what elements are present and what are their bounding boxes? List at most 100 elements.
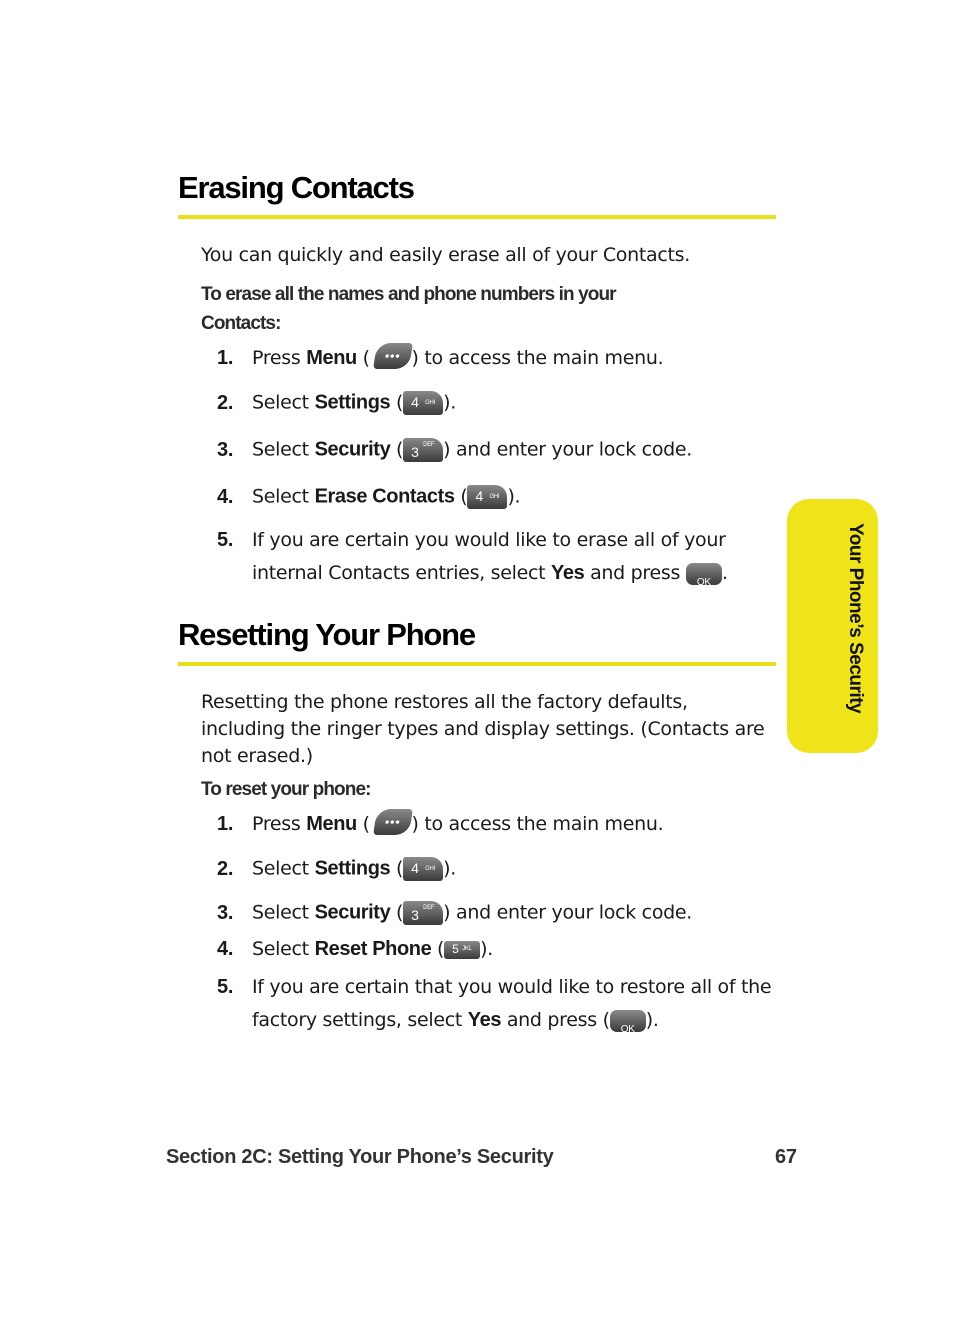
step-bold: Menu	[306, 813, 357, 835]
heading-rule	[178, 215, 776, 219]
step-number: 1.	[217, 347, 234, 369]
key-letters: DEF	[423, 905, 435, 911]
step-text: Select	[252, 901, 315, 924]
step-text: ) and enter your lock code.	[443, 438, 693, 461]
key-4-icon: 4 GHI	[403, 391, 444, 415]
subheading-line: Contacts:	[201, 313, 281, 334]
key-letters: GHI	[425, 400, 435, 406]
step-text: Press	[252, 813, 307, 835]
step-text: ) and enter your lock code.	[443, 901, 693, 924]
key-digit: 4	[411, 394, 419, 410]
key-letters: JKL	[462, 945, 472, 952]
step-text: internal Contacts entries, select	[252, 562, 552, 584]
menu-key-icon: •••	[373, 808, 414, 835]
key-4-icon: 4 GHI	[467, 485, 508, 509]
key-digit: 5	[452, 941, 459, 956]
intro-text: You can quickly and easily erase all of …	[201, 244, 690, 266]
step-2: 2. Select Settings (4 GHI).	[217, 857, 456, 881]
side-tab-label: Your Phone’s Security	[845, 523, 866, 714]
step-bold: Reset Phone	[314, 938, 432, 960]
step-number: 3.	[217, 901, 234, 924]
step-text: ).	[443, 391, 456, 414]
step-1: 1. Press Menu ( •••) to access the main m…	[217, 342, 664, 370]
step-bold: Settings	[314, 391, 391, 414]
step-text: (	[431, 938, 445, 960]
step-2: 2. Select Settings (4 GHI).	[217, 391, 456, 415]
page-number: 67	[775, 1146, 797, 1168]
intro-line: Resetting the phone restores all the fac…	[201, 691, 688, 713]
key-digit: 3	[411, 444, 419, 460]
step-text: ) to access the main menu.	[411, 347, 664, 369]
step-bold: Menu	[306, 347, 357, 369]
step-text: ).	[443, 857, 456, 880]
step-3: 3. Select Security (3 DEF ) and enter your …	[217, 901, 692, 925]
step-bold: Security	[314, 901, 391, 924]
step-text: (	[454, 485, 468, 508]
step-number: 2.	[217, 857, 234, 880]
subheading-line: To erase all the names and phone numbers…	[201, 284, 617, 305]
step-4: 4. Select Erase Contacts (4 GHI).	[217, 485, 521, 509]
step-text: (	[390, 901, 404, 924]
footer-section-title: Section 2C: Setting Your Phone’s Securit…	[166, 1146, 554, 1168]
step-bold: Security	[314, 438, 391, 461]
step-text: Select	[252, 938, 315, 960]
step-3: 3. Select Security (3 DEF) and enter your …	[217, 438, 692, 462]
step-5: 5. If you are certain that you would like…	[217, 971, 772, 1037]
key-digit: 4	[475, 488, 483, 504]
key-label: OK	[696, 576, 711, 588]
step-bold: Yes	[467, 1009, 502, 1031]
step-text: ).	[645, 1009, 659, 1031]
side-tab: Your Phone’s Security	[787, 499, 878, 753]
step-text: Select	[252, 857, 315, 880]
step-bold: Erase Contacts	[314, 485, 455, 508]
heading-rule	[178, 662, 776, 666]
step-number: 1.	[217, 813, 234, 835]
step-text: If you are certain you would like to era…	[252, 529, 726, 551]
ok-key-icon: OK	[609, 1009, 646, 1035]
heading-resetting-your-phone: Resetting Your Phone	[178, 617, 476, 652]
key-3-icon: 3 DEF	[403, 901, 444, 925]
intro-line: not erased.)	[201, 745, 313, 767]
key-digit: 3	[411, 907, 419, 923]
step-text: Select	[252, 438, 315, 461]
key-3-icon: 3 DEF	[403, 438, 444, 462]
step-1: 1. Press Menu ( •••) to access the main m…	[217, 808, 664, 836]
step-bold: Settings	[314, 857, 391, 880]
intro-line: including the ringer types and display s…	[201, 718, 765, 740]
key-label: OK	[620, 1023, 635, 1035]
step-text: Select	[252, 485, 315, 508]
menu-key-icon: •••	[373, 342, 414, 369]
key-letters: GHI	[425, 866, 435, 872]
subheading: To reset your phone:	[201, 779, 371, 800]
step-text: (	[390, 857, 404, 880]
intro-text: Resetting the phone restores all the fac…	[201, 689, 765, 770]
key-4-icon: 4 GHI	[403, 857, 444, 881]
step-text: ) to access the main menu.	[411, 813, 664, 835]
key-5-icon: 5 JKL	[444, 940, 481, 959]
step-text: and press	[584, 562, 686, 584]
step-number: 5.	[217, 976, 234, 998]
key-digit: 4	[411, 860, 419, 876]
step-text: (	[390, 391, 404, 414]
step-text: (	[356, 347, 370, 369]
step-text: (	[356, 813, 370, 835]
step-bold: Yes	[551, 562, 585, 584]
step-5: 5. If you are certain you would like to e…	[217, 524, 728, 590]
step-text: ).	[507, 485, 521, 508]
step-number: 3.	[217, 438, 234, 461]
ok-key-icon: OK	[685, 562, 722, 588]
key-letters: GHI	[489, 494, 500, 500]
step-number: 4.	[217, 938, 234, 960]
heading-erasing-contacts: Erasing Contacts	[178, 170, 415, 205]
step-4: 4. Select Reset Phone (5 JKL).	[217, 938, 493, 961]
step-text: .	[721, 562, 728, 584]
subheading: To erase all the names and phone numbers…	[201, 280, 617, 338]
step-text: Select	[252, 391, 315, 414]
step-text: ).	[480, 938, 494, 960]
step-number: 2.	[217, 391, 234, 414]
step-number: 5.	[217, 529, 234, 551]
step-text: and press (	[501, 1009, 610, 1031]
key-letters: DEF	[423, 442, 435, 448]
step-text: Press	[252, 347, 307, 369]
step-text: If you are certain that you would like t…	[252, 976, 772, 998]
